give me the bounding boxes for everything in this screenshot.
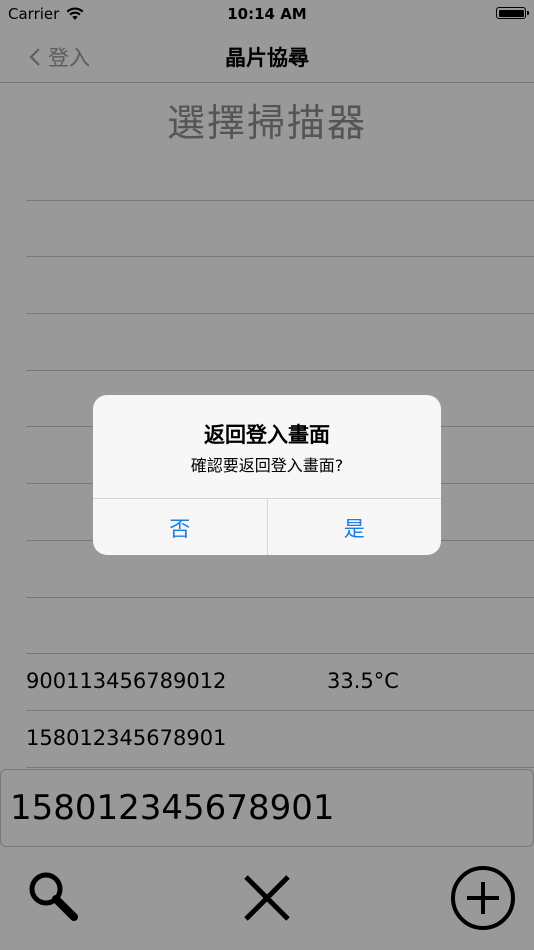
alert-dialog: 返回登入畫面 確認要返回登入畫面? 否 是 xyxy=(93,395,441,555)
alert-title: 返回登入畫面 xyxy=(204,423,330,447)
alert-message: 確認要返回登入畫面? xyxy=(190,456,344,475)
app-screen: Carrier 10:14 AM 登入 晶片協尋 選擇掃描器 900113456… xyxy=(0,0,534,950)
confirm-button[interactable]: 是 xyxy=(266,499,442,555)
cancel-button[interactable]: 否 xyxy=(93,499,267,555)
alert-actions: 否 是 xyxy=(93,498,441,555)
